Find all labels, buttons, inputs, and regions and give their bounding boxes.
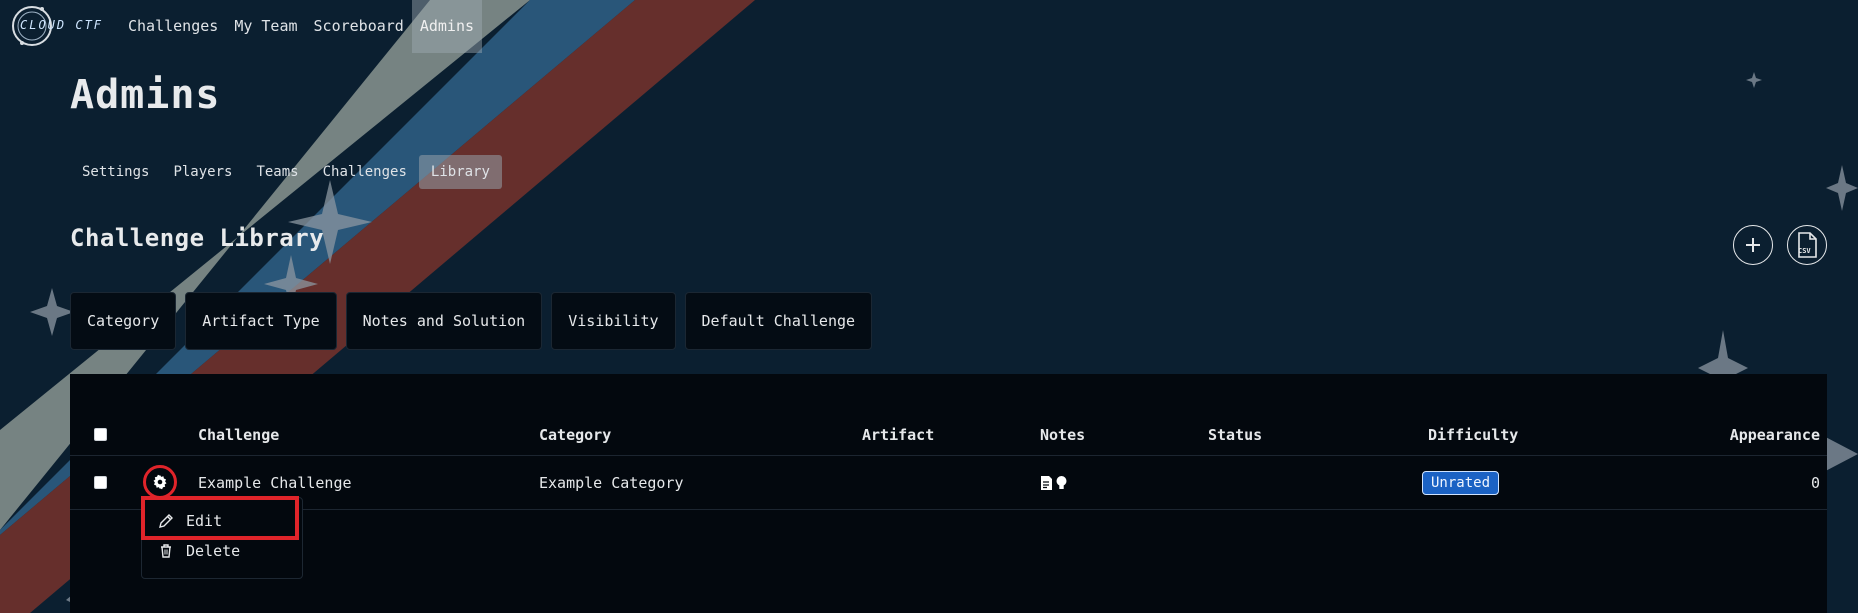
row-checkbox[interactable] <box>94 476 107 489</box>
notes-cell <box>1040 456 1068 509</box>
lightbulb-icon <box>1056 475 1067 489</box>
filter-artifact-type[interactable]: Artifact Type <box>185 292 337 350</box>
add-challenge-button[interactable] <box>1733 225 1773 265</box>
nav-admins[interactable]: Admins <box>411 0 483 53</box>
tab-players[interactable]: Players <box>161 155 244 189</box>
filter-notes-and-solution[interactable]: Notes and Solution <box>345 292 543 350</box>
document-icon <box>1041 475 1052 490</box>
column-challenge[interactable]: Challenge <box>198 414 279 455</box>
difficulty-badge: Unrated <box>1422 470 1500 495</box>
column-artifact[interactable]: Artifact <box>862 414 934 455</box>
section-title: Challenge Library <box>70 224 325 252</box>
column-difficulty[interactable]: Difficulty <box>1428 414 1518 455</box>
challenge-category: Example Category <box>539 473 684 492</box>
appearance-count: 0 <box>1810 473 1820 492</box>
gear-icon <box>153 474 167 490</box>
menu-delete-label: Delete <box>186 542 241 560</box>
brand-name: CLOUD CTF <box>20 18 104 32</box>
admin-tabs: Settings Players Teams Challenges Librar… <box>70 155 502 189</box>
column-category[interactable]: Category <box>539 414 611 455</box>
csv-label: CSV <box>1798 247 1811 255</box>
export-csv-button[interactable]: CSV <box>1787 225 1827 265</box>
tab-challenges[interactable]: Challenges <box>311 155 419 189</box>
table-row: Example Challenge Example Category Unrat… <box>70 456 1827 510</box>
top-nav: Challenges My Team Scoreboard Admins <box>120 0 483 53</box>
plus-icon <box>1746 238 1760 252</box>
column-status[interactable]: Status <box>1208 414 1262 455</box>
filter-default-challenge[interactable]: Default Challenge <box>684 292 873 350</box>
table-header: Challenge Category Artifact Notes Status… <box>70 414 1827 456</box>
tab-settings[interactable]: Settings <box>70 155 161 189</box>
challenge-table: Challenge Category Artifact Notes Status… <box>70 374 1827 613</box>
edit-highlight-box <box>141 496 299 540</box>
filter-category[interactable]: Category <box>70 292 177 350</box>
tab-teams[interactable]: Teams <box>244 155 310 189</box>
row-actions-button[interactable] <box>143 465 177 499</box>
nav-scoreboard[interactable]: Scoreboard <box>306 0 412 53</box>
cloud-ctf-logo[interactable]: CLOUD CTF <box>8 2 104 48</box>
column-appearance[interactable]: Appearance <box>1730 414 1820 455</box>
column-notes[interactable]: Notes <box>1040 414 1085 455</box>
filter-visibility[interactable]: Visibility <box>551 292 676 350</box>
filter-bar: Category Artifact Type Notes and Solutio… <box>70 292 873 350</box>
select-all-checkbox[interactable] <box>94 428 107 441</box>
nav-my-team[interactable]: My Team <box>226 0 305 53</box>
nav-challenges[interactable]: Challenges <box>120 0 226 53</box>
trash-icon <box>161 544 171 558</box>
page-title: Admins <box>70 72 221 118</box>
menu-delete[interactable]: Delete <box>158 542 240 560</box>
tab-library[interactable]: Library <box>418 155 502 189</box>
